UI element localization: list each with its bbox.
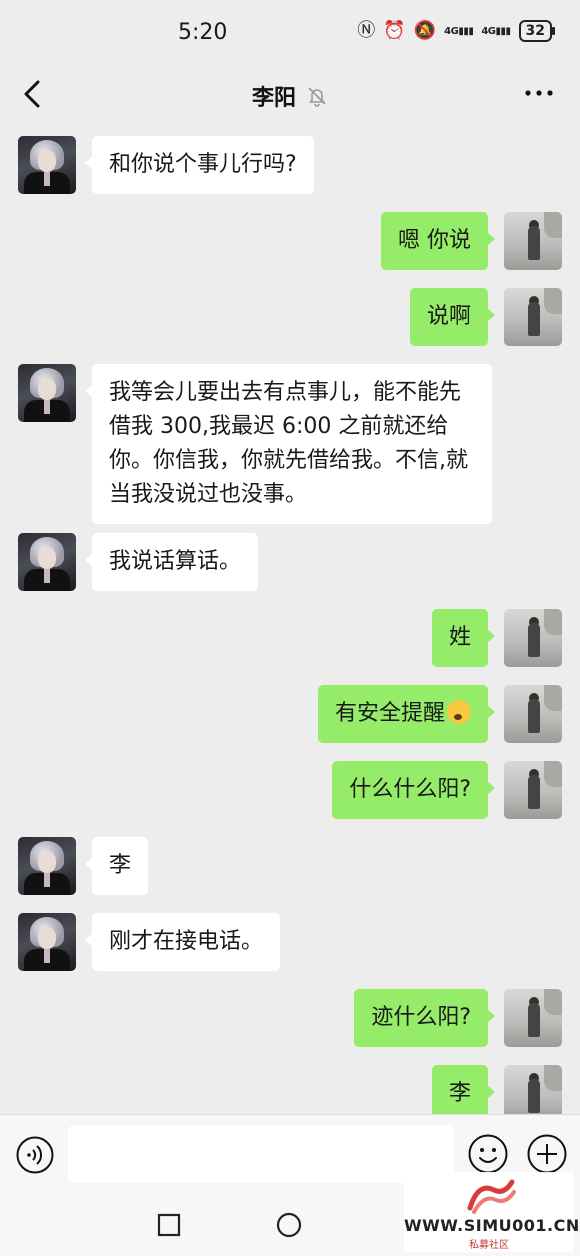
- message-text: 有安全提醒: [334, 701, 445, 726]
- watermark-subtitle: 私募社区: [469, 1240, 509, 1251]
- self-avatar[interactable]: [504, 1065, 562, 1114]
- message-row: 我等会儿要出去有点事儿，能不能先借我 300,我最迟 6:00 之前就还给你。你…: [18, 364, 492, 524]
- message-bubble[interactable]: 和你说个事儿行吗?: [85, 136, 314, 194]
- smiley-icon[interactable]: [467, 1133, 509, 1175]
- status-time: 5:20: [178, 20, 228, 45]
- contact-avatar[interactable]: [18, 837, 76, 895]
- contact-avatar[interactable]: [18, 533, 76, 591]
- message-row: 迹什么阳?: [354, 989, 562, 1047]
- message-row: 有安全提醒: [317, 685, 562, 743]
- message-bubble[interactable]: 刚才在接电话。: [84, 913, 281, 971]
- message-input[interactable]: [68, 1125, 454, 1183]
- circle-icon[interactable]: [272, 1208, 306, 1242]
- message-bubble[interactable]: 迹什么阳?: [354, 989, 495, 1047]
- message-row: 姓: [431, 609, 562, 667]
- self-avatar[interactable]: [504, 989, 562, 1047]
- self-avatar[interactable]: [504, 685, 562, 743]
- watermark-url: WWW.SIMU001.CN: [404, 1216, 580, 1235]
- self-avatar[interactable]: [504, 288, 562, 346]
- plus-circle-icon[interactable]: [526, 1133, 568, 1175]
- self-avatar[interactable]: [504, 212, 562, 270]
- square-icon[interactable]: [152, 1208, 186, 1242]
- message-bubble[interactable]: 说啊: [409, 288, 496, 346]
- message-bubble[interactable]: 李: [431, 1065, 496, 1114]
- message-row: 什么什么阳?: [332, 761, 562, 819]
- contact-avatar[interactable]: [18, 364, 76, 422]
- network-label-1: 4G: [444, 25, 459, 37]
- message-row: 李: [18, 837, 149, 895]
- chat-title: 李阳: [251, 86, 296, 111]
- contact-avatar[interactable]: [18, 136, 76, 194]
- message-bubble[interactable]: 我说话算话。: [84, 533, 259, 591]
- message-bubble[interactable]: 我等会儿要出去有点事儿，能不能先借我 300,我最迟 6:00 之前就还给你。你…: [85, 364, 492, 524]
- signal-icon-2: 4G▮▮▮: [481, 25, 511, 37]
- self-avatar[interactable]: [504, 609, 562, 667]
- bell-off-icon: [308, 87, 326, 107]
- message-bubble[interactable]: 李: [84, 837, 149, 895]
- message-row: 嗯 你说: [381, 212, 562, 270]
- battery-icon: 32: [518, 20, 556, 42]
- message-bubble[interactable]: 有安全提醒: [317, 685, 496, 743]
- nav-bar: 李阳: [0, 62, 580, 128]
- voice-icon[interactable]: [15, 1135, 55, 1175]
- message-bubble[interactable]: 姓: [431, 609, 496, 667]
- alarm-icon: ⏰: [383, 20, 406, 41]
- network-label-2: 4G: [481, 25, 496, 37]
- status-bar: 5:20 Ⓝ ⏰ 🔕 4G▮▮▮ 4G▮▮▮ 32: [0, 0, 580, 62]
- message-row: 和你说个事儿行吗?: [18, 136, 314, 194]
- message-bubble[interactable]: 什么什么阳?: [332, 761, 495, 819]
- message-row: 李: [431, 1065, 562, 1114]
- contact-avatar[interactable]: [18, 913, 76, 971]
- signal-icon-1: 4G▮▮▮: [444, 25, 474, 37]
- status-icons: Ⓝ ⏰ 🔕 4G▮▮▮ 4G▮▮▮ 32: [357, 20, 556, 42]
- more-dots-icon[interactable]: [520, 76, 558, 110]
- message-bubble[interactable]: 嗯 你说: [381, 212, 495, 270]
- message-row: 说啊: [409, 288, 562, 346]
- self-avatar[interactable]: [504, 761, 562, 819]
- chat-area[interactable]: 和你说个事儿行吗? 嗯 你说 说啊 我等会儿要出去有点事儿，能不能先借我 300…: [0, 128, 580, 1114]
- watermark-logo: [467, 1179, 516, 1214]
- silent-icon: 🔕: [413, 20, 437, 41]
- nfc-icon: Ⓝ: [357, 20, 376, 41]
- watermark: WWW.SIMU001.CN 私募社区: [404, 1172, 580, 1252]
- worried-face-emoji: [447, 700, 471, 724]
- message-row: 我说话算话。: [18, 533, 259, 591]
- chat-title-wrap: 李阳: [0, 80, 580, 112]
- message-row: 刚才在接电话。: [18, 913, 281, 971]
